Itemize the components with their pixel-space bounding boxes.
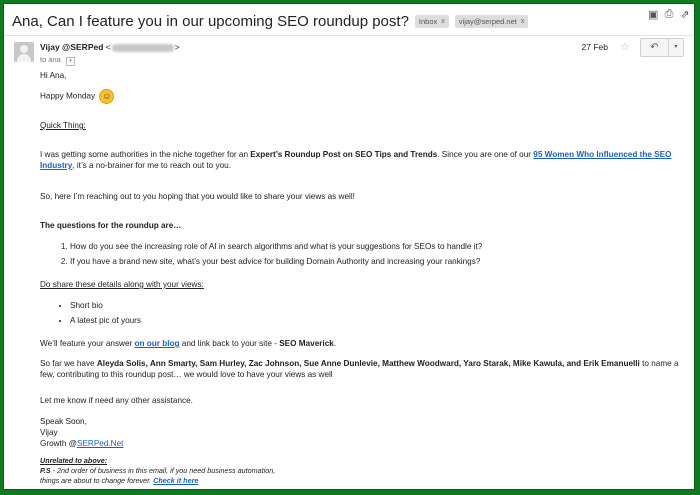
detail-bio: Short bio	[70, 300, 688, 311]
recipient-line: to ana ▾	[40, 55, 75, 66]
sign-off: Speak Soon,	[40, 417, 87, 426]
sender-line: Vijay @SERPed < >	[40, 42, 180, 52]
email-subject: Ana, Can I feature you in our upcoming S…	[12, 12, 409, 30]
details-list: Short bio A latest pic of yours	[40, 300, 688, 326]
question-2: If you have a brand new site, what’s you…	[70, 256, 688, 267]
feature-text-b: and link back to your site -	[179, 339, 280, 348]
p1-text-a: I was getting some authorities in the ni…	[40, 150, 251, 159]
greeting: Hi Ana,	[40, 71, 67, 80]
happy-line: Happy Monday ☺	[40, 89, 688, 104]
sign-name: Vijay	[40, 428, 58, 437]
details-list-container: Short bio A latest pic of yours	[40, 300, 688, 330]
print-icon[interactable]: ⎙	[664, 8, 674, 21]
avatar[interactable]	[14, 42, 34, 62]
header-divider	[4, 35, 694, 36]
contributors-paragraph: So far we have Aleyda Solis, Ann Smarty,…	[40, 358, 688, 380]
contributors-names: Aleyda Solis, Ann Smarty, Sam Hurley, Za…	[96, 359, 640, 368]
more-options-icon[interactable]: ▾	[667, 39, 683, 56]
top-actions: ▣ ⎙ ⇗	[648, 8, 690, 21]
sender-name[interactable]: Vijay @SERPed	[40, 42, 103, 52]
site-name: SEO Maverick	[279, 339, 334, 348]
sign-title-text: Growth @	[40, 439, 77, 448]
quick-thing-heading: Quick Thing:	[40, 121, 86, 130]
sofar-text-a: So far we have	[40, 359, 97, 368]
feature-paragraph: We’ll feature your answer on our blog an…	[40, 338, 688, 349]
popout-icon[interactable]: ⇗	[680, 8, 690, 21]
sender-open-bracket: <	[105, 42, 111, 52]
reply-button-group: ↶ ▾	[640, 38, 684, 57]
question-1: How do you see the increasing role of AI…	[70, 241, 688, 252]
questions-list-container: How do you see the increasing role of AI…	[40, 241, 688, 271]
questions-heading: The questions for the roundup are…	[40, 221, 182, 230]
sign-title: Growth @SERPed.Net	[40, 438, 688, 449]
details-dropdown-icon[interactable]: ▾	[65, 57, 75, 66]
assistance-line: Let me know if need any other assistance…	[40, 396, 193, 405]
ps-line-2: things are about to change forever. Chec…	[40, 476, 688, 486]
subject-row: Ana, Can I feature you in our upcoming S…	[12, 10, 686, 32]
p1-text-c: , it’s a no-brainer for me to reach out …	[72, 161, 231, 170]
label-vijay-text: vijay@serped.net	[458, 16, 517, 26]
postscript: Unrelated to above: P.S - 2nd order of b…	[40, 456, 688, 486]
questions-list: How do you see the increasing role of AI…	[40, 241, 688, 267]
star-icon[interactable]: ☆	[620, 40, 630, 53]
label-vijay-remove-icon[interactable]: x	[521, 18, 525, 25]
sender-close-bracket: >	[174, 42, 180, 52]
ps-text: - 2nd order of business in this email, i…	[50, 466, 276, 475]
archive-icon[interactable]: ▣	[648, 8, 658, 21]
unrelated-heading: Unrelated to above:	[40, 456, 108, 465]
label-vijay[interactable]: vijay@serped.net x	[454, 14, 529, 28]
details-heading: Do share these details along with your v…	[40, 280, 204, 289]
detail-pic: A latest pic of yours	[70, 315, 688, 326]
serped-link[interactable]: SERPed.Net	[77, 439, 123, 448]
p1-text-b: . Since you are one of our	[437, 150, 534, 159]
feature-text-a: We’ll feature your answer	[40, 339, 135, 348]
feature-text-c: .	[333, 339, 337, 348]
ps-line-1: P.S - 2nd order of business in this emai…	[40, 466, 688, 476]
recipient-text: to ana	[40, 55, 61, 64]
reachout-paragraph: So, here I’m reaching out to you hoping …	[40, 192, 355, 201]
ps-text-2: things are about to change forever.	[40, 476, 154, 485]
label-inbox-text: Inbox	[418, 16, 438, 26]
signature: Speak Soon, Vijay Growth @SERPed.Net	[40, 416, 688, 449]
smile-emoji-icon: ☺	[99, 89, 115, 104]
email-date: 27 Feb	[581, 42, 608, 52]
intro-paragraph: I was getting some authorities in the ni…	[40, 149, 688, 171]
label-inbox[interactable]: Inbox x	[414, 14, 449, 28]
label-inbox-remove-icon[interactable]: x	[441, 18, 445, 25]
check-it-link[interactable]: Check it here	[153, 476, 198, 485]
redacted-email	[111, 43, 174, 52]
happy-text: Happy Monday	[40, 91, 96, 101]
blog-link[interactable]: on our blog	[135, 339, 180, 348]
ps-label: P.S	[40, 466, 51, 475]
reply-icon[interactable]: ↶	[641, 42, 668, 53]
email-window: Ana, Can I feature you in our upcoming S…	[3, 3, 695, 490]
roundup-topic: Expert’s Roundup Post on SEO Tips and Tr…	[250, 150, 438, 159]
